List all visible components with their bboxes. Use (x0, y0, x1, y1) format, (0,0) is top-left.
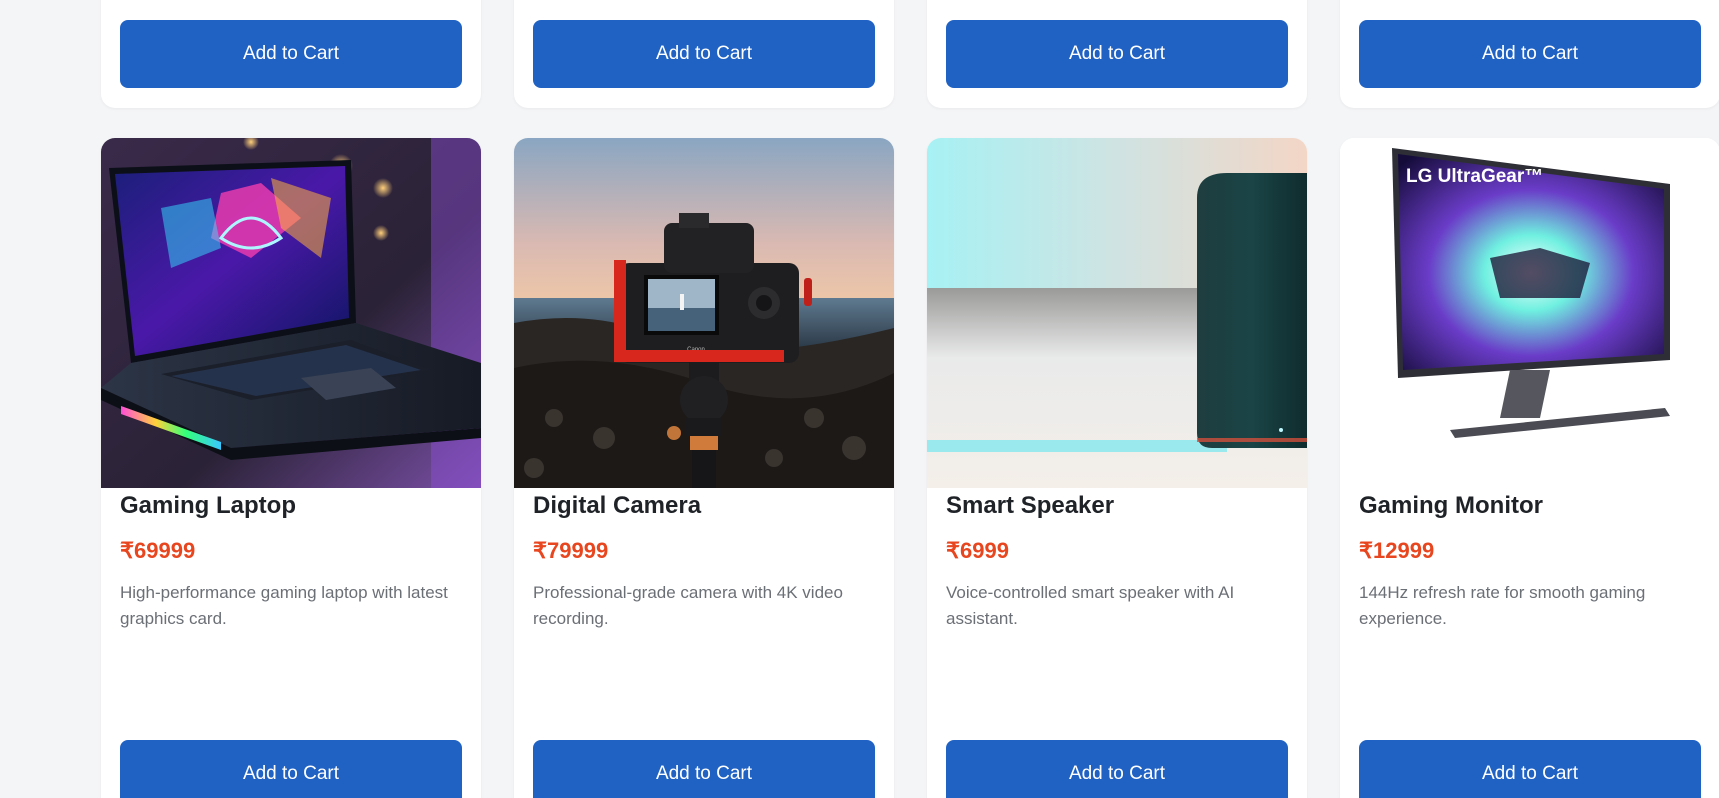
product-grid: Add to Cart Add to Cart Add to Cart Add … (101, 0, 1719, 798)
product-title: Gaming Monitor (1359, 492, 1543, 519)
monitor-brand-logo: LG UltraGear™ (1406, 166, 1543, 187)
add-to-cart-button[interactable]: Add to Cart (1359, 20, 1701, 88)
product-description: Voice-controlled smart speaker with AI a… (946, 583, 1235, 628)
product-card: Add to Cart (927, 0, 1307, 108)
product-card-gaming-monitor: LG UltraGear™ Gaming Monitor ₹12999 144H… (1340, 138, 1719, 798)
product-title: Digital Camera (533, 492, 702, 519)
product-card: Add to Cart (1340, 0, 1719, 108)
product-image-digital-camera: Canon (514, 138, 894, 488)
product-image-smart-speaker (927, 138, 1307, 488)
add-to-cart-button[interactable]: Add to Cart (946, 20, 1288, 88)
add-to-cart-button[interactable]: Add to Cart (533, 740, 875, 798)
product-card: Add to Cart (514, 0, 894, 108)
product-card-digital-camera: Canon Digital Camera ₹79999 Professional… (514, 138, 894, 798)
product-title: Gaming Laptop (120, 492, 296, 519)
product-card-gaming-laptop: Gaming Laptop ₹69999 High-performance ga… (101, 138, 481, 798)
product-price: ₹69999 (120, 538, 196, 563)
product-description: 144Hz refresh rate for smooth gaming exp… (1359, 583, 1646, 628)
product-price: ₹6999 (946, 538, 1009, 563)
product-card-smart-speaker: Smart Speaker ₹6999 Voice-controlled sma… (927, 138, 1307, 798)
product-card: Add to Cart (101, 0, 481, 108)
add-to-cart-button[interactable]: Add to Cart (1359, 740, 1701, 798)
product-title: Smart Speaker (946, 492, 1115, 519)
add-to-cart-button[interactable]: Add to Cart (120, 740, 462, 798)
product-description: High-performance gaming laptop with late… (120, 583, 448, 628)
add-to-cart-button[interactable]: Add to Cart (533, 20, 875, 88)
product-description: Professional-grade camera with 4K video … (533, 583, 843, 628)
product-listing: Add to Cart Add to Cart Add to Cart Add … (0, 0, 1719, 798)
product-price: ₹12999 (1359, 538, 1435, 563)
product-image-gaming-laptop (101, 138, 481, 488)
add-to-cart-button[interactable]: Add to Cart (946, 740, 1288, 798)
add-to-cart-button[interactable]: Add to Cart (120, 20, 462, 88)
product-image-gaming-monitor: LG UltraGear™ (1340, 138, 1719, 488)
product-price: ₹79999 (533, 538, 609, 563)
